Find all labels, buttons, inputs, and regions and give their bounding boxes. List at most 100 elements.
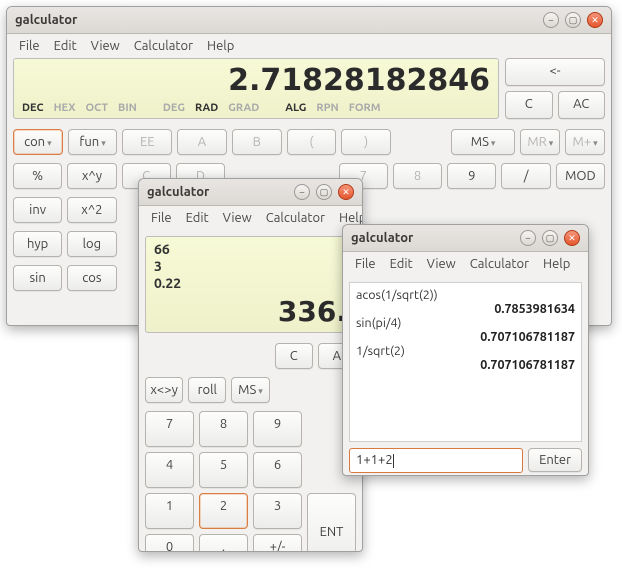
menu-view[interactable]: View: [421, 255, 462, 273]
swap-button[interactable]: x<>y: [145, 377, 183, 403]
menu-file[interactable]: File: [349, 255, 382, 273]
memory-store-button[interactable]: MS▾: [451, 129, 516, 155]
maximize-button[interactable]: ▢: [316, 184, 332, 200]
two-button[interactable]: 2: [199, 493, 248, 529]
percent-button[interactable]: %: [13, 163, 62, 189]
five-button[interactable]: 5: [199, 452, 248, 488]
hex-a-button[interactable]: A: [177, 129, 227, 155]
decimal-button[interactable]: .: [199, 534, 248, 552]
stack-0: 0.22: [154, 275, 347, 292]
menu-edit[interactable]: Edit: [48, 37, 83, 55]
close-button[interactable]: ✕: [338, 184, 354, 200]
enter-button[interactable]: ENT: [307, 493, 356, 552]
x-pow-y-button[interactable]: x^y: [67, 163, 116, 189]
mode-deg[interactable]: DEG: [163, 102, 185, 114]
menubar: File Edit View Calculator Help: [7, 34, 611, 58]
x-squared-button[interactable]: x^2: [67, 197, 116, 223]
menu-file[interactable]: File: [145, 209, 178, 227]
ee-button[interactable]: EE: [122, 129, 172, 155]
backspace-button[interactable]: <-: [505, 58, 605, 86]
window-title: galculator: [147, 185, 294, 199]
close-button[interactable]: ✕: [564, 230, 580, 246]
hyp-button[interactable]: hyp: [13, 231, 62, 257]
history-result: 0.707106781187: [356, 358, 575, 372]
rparen-button[interactable]: ): [341, 129, 391, 155]
mode-form[interactable]: FORM: [349, 102, 381, 114]
nine-button[interactable]: 9: [253, 411, 302, 447]
constants-button[interactable]: con▾: [13, 129, 63, 155]
history-expr: acos(1/sqrt(2)): [356, 288, 575, 302]
divide-button[interactable]: /: [501, 163, 550, 189]
memory-recall-button[interactable]: MR▾: [520, 129, 560, 155]
paper-history[interactable]: acos(1/sqrt(2)) 0.7853981634 sin(pi/4) 0…: [349, 282, 582, 442]
window-title: galculator: [351, 231, 520, 245]
clear-button[interactable]: C: [275, 343, 313, 369]
eight-button[interactable]: 8: [199, 411, 248, 447]
sin-button[interactable]: sin: [13, 265, 62, 291]
hex-b-button[interactable]: B: [232, 129, 282, 155]
menu-view[interactable]: View: [85, 37, 126, 55]
roll-button[interactable]: roll: [188, 377, 226, 403]
menu-calculator[interactable]: Calculator: [464, 255, 535, 273]
history-expr: sin(pi/4): [356, 316, 575, 330]
menu-edit[interactable]: Edit: [384, 255, 419, 273]
rpn-stack: 66 3 0.22: [154, 241, 347, 295]
window-title: galculator: [15, 13, 543, 27]
mod-button[interactable]: MOD: [556, 163, 605, 189]
menu-file[interactable]: File: [13, 37, 46, 55]
one-button[interactable]: 1: [145, 493, 194, 529]
minimize-button[interactable]: –: [520, 230, 536, 246]
expression-input[interactable]: 1+1+2: [349, 448, 523, 473]
window2-titlebar[interactable]: galculator – ▢ ✕: [139, 179, 362, 206]
stack-1: 3: [154, 258, 347, 275]
window1-titlebar[interactable]: galculator – ▢ ✕: [7, 7, 611, 34]
mode-row: DEC HEX OCT BIN DEG RAD GRAD ALG RPN FOR…: [22, 102, 490, 114]
menubar: File Edit View Calculator Help: [139, 206, 362, 230]
mode-hex[interactable]: HEX: [54, 102, 76, 114]
lparen-button[interactable]: (: [287, 129, 337, 155]
maximize-button[interactable]: ▢: [542, 230, 558, 246]
memory-store-button[interactable]: MS▾: [231, 377, 269, 403]
menubar: File Edit View Calculator Help: [343, 252, 588, 276]
seven-button[interactable]: 7: [145, 411, 194, 447]
functions-button[interactable]: fun▾: [68, 129, 118, 155]
memory-plus-button[interactable]: M+▾: [565, 129, 605, 155]
mode-rad[interactable]: RAD: [195, 102, 218, 114]
enter-button[interactable]: Enter: [528, 448, 582, 472]
history-expr: 1/sqrt(2): [356, 344, 575, 358]
mode-grad[interactable]: GRAD: [228, 102, 259, 114]
display-value: 2.71828182846: [22, 63, 490, 98]
minimize-button[interactable]: –: [294, 184, 310, 200]
nine-button[interactable]: 9: [447, 163, 496, 189]
eight-button[interactable]: 8: [393, 163, 442, 189]
menu-help[interactable]: Help: [201, 37, 240, 55]
three-button[interactable]: 3: [253, 493, 302, 529]
menu-help[interactable]: Help: [537, 255, 576, 273]
menu-edit[interactable]: Edit: [180, 209, 215, 227]
mode-oct[interactable]: OCT: [86, 102, 109, 114]
mode-dec[interactable]: DEC: [22, 102, 44, 114]
menu-calculator[interactable]: Calculator: [260, 209, 331, 227]
mode-bin[interactable]: BIN: [118, 102, 137, 114]
sign-button[interactable]: +/-: [253, 534, 302, 552]
menu-calculator[interactable]: Calculator: [128, 37, 199, 55]
four-button[interactable]: 4: [145, 452, 194, 488]
window3-titlebar[interactable]: galculator – ▢ ✕: [343, 225, 588, 252]
clear-button[interactable]: C: [505, 91, 553, 119]
stack-2: 66: [154, 241, 347, 258]
menu-view[interactable]: View: [217, 209, 258, 227]
minimize-button[interactable]: –: [543, 12, 559, 28]
history-result: 0.7853981634: [356, 302, 575, 316]
cos-button[interactable]: cos: [67, 265, 116, 291]
close-button[interactable]: ✕: [587, 12, 603, 28]
maximize-button[interactable]: ▢: [565, 12, 581, 28]
history-result: 0.707106781187: [356, 330, 575, 344]
six-button[interactable]: 6: [253, 452, 302, 488]
inv-button[interactable]: inv: [13, 197, 62, 223]
mode-alg[interactable]: ALG: [285, 102, 306, 114]
display-value: 336.: [154, 295, 347, 328]
allclear-button[interactable]: AC: [558, 91, 606, 119]
zero-button[interactable]: 0: [145, 534, 194, 552]
mode-rpn[interactable]: RPN: [316, 102, 338, 114]
log-button[interactable]: log: [67, 231, 116, 257]
